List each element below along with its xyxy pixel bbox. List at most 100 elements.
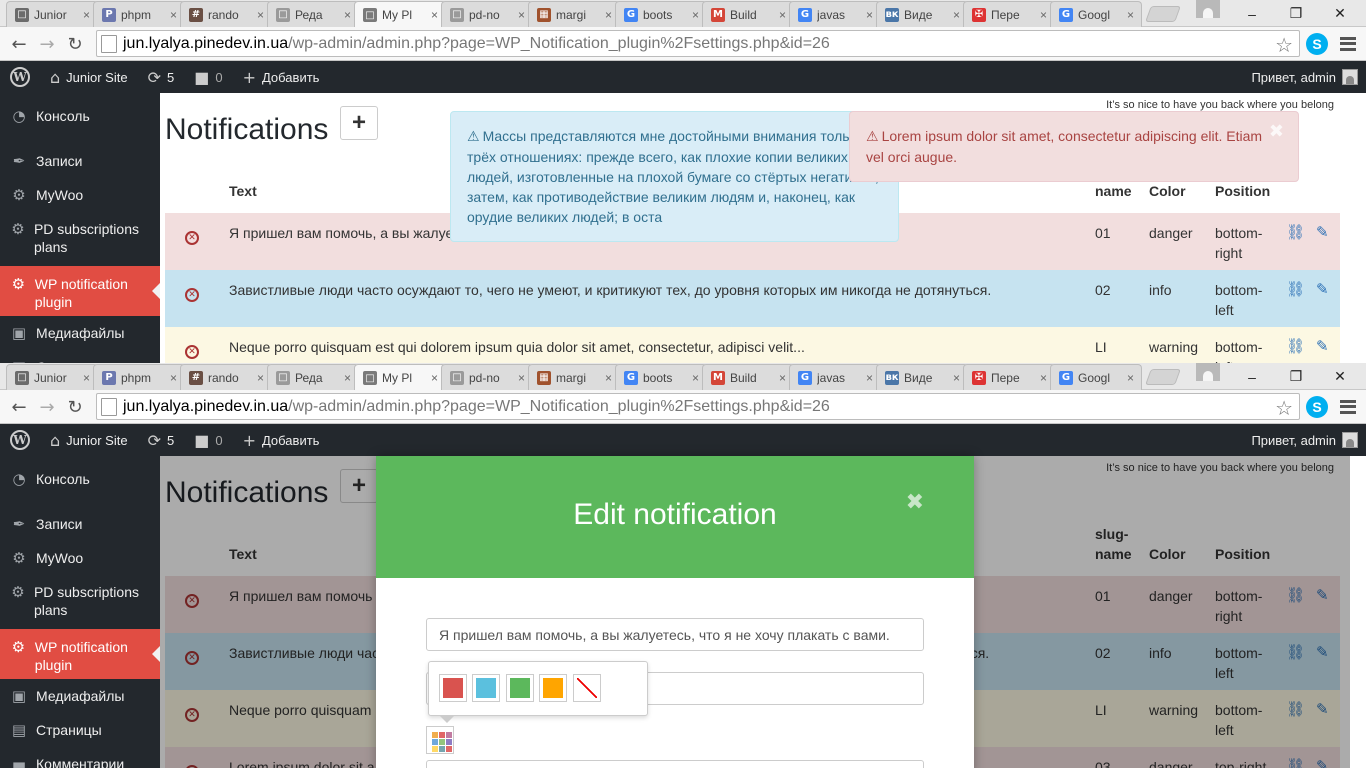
minimize-icon[interactable]: – — [1230, 363, 1274, 390]
bookmark-star-icon[interactable]: ☆ — [1275, 33, 1293, 57]
browser-tab[interactable]: Gboots × — [615, 364, 707, 390]
reload-icon[interactable]: ↻ — [62, 31, 88, 57]
swatch-danger[interactable] — [439, 674, 467, 702]
wp-logo-button[interactable]: W — [0, 61, 40, 93]
position-input[interactable] — [426, 760, 924, 768]
sidebar-item[interactable]: ◔ Консоль — [0, 470, 160, 502]
new-tab-button[interactable] — [1145, 6, 1181, 22]
add-notification-button[interactable]: + — [340, 106, 378, 140]
skype-icon[interactable]: S — [1306, 396, 1328, 418]
sidebar-item[interactable]: ◔ Консоль — [0, 107, 160, 139]
close-icon[interactable]: ✖ — [906, 490, 924, 515]
sidebar-item[interactable]: ⚙ WP notification plugin — [0, 266, 160, 316]
delete-icon[interactable]: ✕ — [185, 288, 199, 302]
copy-icon[interactable]: ⛓ — [1286, 337, 1305, 355]
browser-tab[interactable]: ▦ margi × — [528, 364, 620, 390]
swatch-success[interactable] — [506, 674, 534, 702]
close-icon[interactable]: ✖ — [1269, 122, 1284, 142]
my-account[interactable]: Привет, admin — [1251, 424, 1358, 456]
tab-close-icon[interactable]: × — [779, 8, 789, 22]
browser-tab[interactable]: Pphpm × — [93, 1, 185, 27]
tab-close-icon[interactable]: × — [431, 371, 441, 385]
chrome-menu-icon[interactable] — [1338, 33, 1358, 55]
edit-pencil-icon[interactable]: ✎ — [1316, 337, 1329, 355]
profile-icon[interactable] — [1196, 0, 1220, 18]
sidebar-item[interactable]: ⚙ WP notification plugin — [0, 629, 160, 679]
tab-close-icon[interactable]: × — [170, 371, 180, 385]
tab-close-icon[interactable]: × — [344, 8, 354, 22]
updates-link[interactable]: ⟳ 5 — [138, 61, 185, 93]
tab-close-icon[interactable]: × — [779, 371, 789, 385]
tab-close-icon[interactable]: × — [692, 8, 702, 22]
browser-tab[interactable]: # rando × — [180, 364, 272, 390]
forward-icon[interactable]: → — [34, 394, 60, 420]
tab-close-icon[interactable]: × — [1040, 8, 1050, 22]
tab-close-icon[interactable]: × — [344, 371, 354, 385]
close-window-icon[interactable]: ✕ — [1318, 0, 1362, 27]
tab-close-icon[interactable]: × — [692, 371, 702, 385]
browser-tab[interactable]: □ Junior × — [6, 364, 98, 390]
add-new-link[interactable]: + Добавить — [233, 424, 330, 456]
tab-close-icon[interactable]: × — [605, 8, 615, 22]
sidebar-item[interactable]: ▬ Комментарии — [0, 755, 160, 768]
tab-close-icon[interactable]: × — [866, 371, 876, 385]
comments-link[interactable]: ■ 0 — [184, 61, 232, 93]
browser-tab[interactable]: G Googl × — [1050, 364, 1142, 390]
my-account[interactable]: Привет, admin — [1251, 61, 1358, 93]
swatch-warning[interactable] — [539, 674, 567, 702]
browser-tab[interactable]: □ Реда × — [267, 364, 359, 390]
browser-tab[interactable]: □ My Pl × — [354, 1, 446, 28]
browser-tab[interactable]: □ Реда × — [267, 1, 359, 27]
sidebar-item[interactable]: ✒ Записи — [0, 152, 160, 184]
tab-close-icon[interactable]: × — [605, 371, 615, 385]
delete-icon[interactable]: ✕ — [185, 345, 199, 359]
maximize-icon[interactable]: ❐ — [1274, 0, 1318, 27]
skype-icon[interactable]: S — [1306, 33, 1328, 55]
tab-close-icon[interactable]: × — [83, 8, 93, 22]
color-picker-icon[interactable] — [426, 726, 454, 754]
tab-close-icon[interactable]: × — [1127, 8, 1137, 22]
edit-pencil-icon[interactable]: ✎ — [1316, 280, 1329, 298]
tab-close-icon[interactable]: × — [518, 371, 528, 385]
comments-link[interactable]: ■ 0 — [184, 424, 232, 456]
sidebar-item[interactable]: ✒ Записи — [0, 515, 160, 547]
forward-icon[interactable]: → — [34, 31, 60, 57]
tab-close-icon[interactable]: × — [518, 8, 528, 22]
edit-pencil-icon[interactable]: ✎ — [1316, 223, 1329, 241]
browser-tab[interactable]: ✠ Пере × — [963, 364, 1055, 390]
tab-close-icon[interactable]: × — [866, 8, 876, 22]
sidebar-item[interactable]: ▤ Страницы — [0, 721, 160, 753]
browser-tab[interactable]: □ My Pl × — [354, 364, 446, 391]
close-window-icon[interactable]: ✕ — [1318, 363, 1362, 390]
tab-close-icon[interactable]: × — [83, 371, 93, 385]
back-icon[interactable]: ← — [6, 31, 32, 57]
copy-icon[interactable]: ⛓ — [1286, 280, 1305, 298]
updates-link[interactable]: ⟳ 5 — [138, 424, 185, 456]
tab-close-icon[interactable]: × — [170, 8, 180, 22]
browser-tab[interactable]: M Build × — [702, 1, 794, 27]
browser-tab[interactable]: □ pd-no × — [441, 1, 533, 27]
sidebar-item[interactable]: ▣ Медиафайлы — [0, 687, 160, 719]
delete-icon[interactable]: ✕ — [185, 231, 199, 245]
browser-tab[interactable]: □ Junior × — [6, 1, 98, 27]
browser-tab[interactable]: вк Виде × — [876, 1, 968, 27]
swatch-none[interactable] — [573, 674, 601, 702]
add-new-link[interactable]: + Добавить — [233, 61, 330, 93]
notification-text-input[interactable] — [426, 618, 924, 651]
tab-close-icon[interactable]: × — [953, 8, 963, 22]
browser-tab[interactable]: # rando × — [180, 1, 272, 27]
browser-tab[interactable]: □ pd-no × — [441, 364, 533, 390]
copy-icon[interactable]: ⛓ — [1286, 223, 1305, 241]
tab-close-icon[interactable]: × — [431, 8, 441, 22]
minimize-icon[interactable]: – — [1230, 0, 1274, 27]
browser-tab[interactable]: Pphpm × — [93, 364, 185, 390]
sidebar-item[interactable]: ⚙ PD subscriptions plans — [0, 220, 160, 270]
tab-close-icon[interactable]: × — [257, 371, 267, 385]
browser-tab[interactable]: Gboots × — [615, 1, 707, 27]
tab-close-icon[interactable]: × — [1127, 371, 1137, 385]
sidebar-item[interactable]: ⚙ MyWoo — [0, 549, 160, 581]
maximize-icon[interactable]: ❐ — [1274, 363, 1318, 390]
browser-tab[interactable]: ✠ Пере × — [963, 1, 1055, 27]
sidebar-item[interactable]: ▣ Медиафайлы — [0, 324, 160, 356]
back-icon[interactable]: ← — [6, 394, 32, 420]
